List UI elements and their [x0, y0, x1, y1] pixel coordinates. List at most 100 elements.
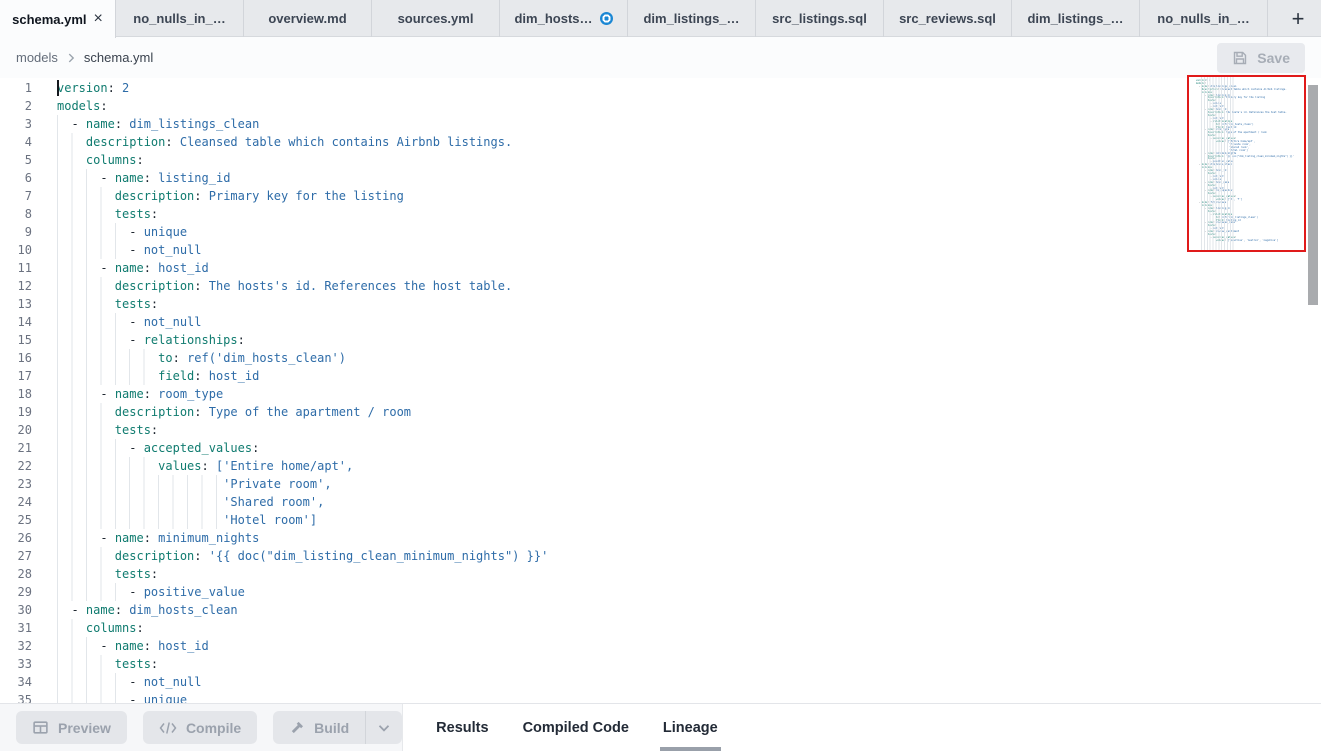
code-line[interactable]: 7 description: Primary key for the listi… [0, 187, 1321, 205]
code-line-text[interactable]: description: Type of the apartment / roo… [45, 403, 1321, 421]
code-line[interactable]: 11 - name: host_id [0, 259, 1321, 277]
code-editor[interactable]: 1version: 22models:3 - name: dim_listing… [0, 78, 1321, 703]
code-line[interactable]: 29 - positive_value [0, 583, 1321, 601]
code-line-text[interactable]: 'Shared room', [45, 493, 1321, 511]
code-line-text[interactable]: 'Private room', [45, 475, 1321, 493]
minimap-viewport[interactable]: version: 2models: - name: dim_listings_c… [1187, 75, 1306, 252]
code-line[interactable]: 14 - not_null [0, 313, 1321, 331]
code-line-text[interactable]: - name: minimum_nights [45, 529, 1321, 547]
table-icon [32, 719, 49, 736]
code-line-text[interactable]: tests: [45, 655, 1321, 673]
code-line-text[interactable]: models: [45, 97, 1321, 115]
save-button[interactable]: Save [1217, 43, 1305, 73]
build-options-button[interactable] [365, 711, 402, 744]
code-line[interactable]: 34 - not_null [0, 673, 1321, 691]
tab-dim-listings[interactable]: dim_listings_… [1012, 0, 1140, 37]
panel-tab-lineage[interactable]: Lineage [663, 704, 718, 751]
code-line[interactable]: 10 - not_null [0, 241, 1321, 259]
code-line-text[interactable]: description: Primary key for the listing [45, 187, 1321, 205]
code-line-text[interactable]: - unique [45, 691, 1321, 703]
code-line[interactable]: 24 'Shared room', [0, 493, 1321, 511]
code-line[interactable]: 31 columns: [0, 619, 1321, 637]
tab-label: src_reviews.sql [899, 11, 996, 26]
tab-overview-md[interactable]: overview.md [244, 0, 372, 37]
code-line-text[interactable]: - name: dim_hosts_clean [45, 601, 1321, 619]
code-line-text[interactable]: - name: room_type [45, 385, 1321, 403]
code-line-text[interactable]: - name: host_id [45, 259, 1321, 277]
code-icon [159, 721, 177, 735]
code-line-text[interactable]: - accepted_values: [45, 439, 1321, 457]
code-line-text[interactable]: tests: [45, 421, 1321, 439]
code-line-text[interactable]: tests: [45, 205, 1321, 223]
new-tab-button[interactable]: + [1275, 0, 1321, 37]
compile-button[interactable]: Compile [143, 711, 257, 744]
code-line-text[interactable]: description: '{{ doc("dim_listing_clean_… [45, 547, 1321, 565]
code-line[interactable]: 5 columns: [0, 151, 1321, 169]
code-line-text[interactable]: description: Cleansed table which contai… [45, 133, 1321, 151]
code-line[interactable]: 32 - name: host_id [0, 637, 1321, 655]
code-line-text[interactable]: - name: host_id [45, 637, 1321, 655]
close-tab-icon[interactable]: × [94, 12, 103, 26]
code-line-text[interactable]: to: ref('dim_hosts_clean') [45, 349, 1321, 367]
code-line[interactable]: 12 description: The hosts's id. Referenc… [0, 277, 1321, 295]
code-line-text[interactable]: 'Hotel room'] [45, 511, 1321, 529]
code-line-text[interactable]: - not_null [45, 241, 1321, 259]
code-line[interactable]: 23 'Private room', [0, 475, 1321, 493]
panel-tab-results[interactable]: Results [436, 704, 488, 751]
code-line[interactable]: 33 tests: [0, 655, 1321, 673]
scrollbar-thumb[interactable] [1308, 85, 1318, 305]
code-line-text[interactable]: field: host_id [45, 367, 1321, 385]
line-number: 27 [0, 547, 45, 565]
code-line[interactable]: 13 tests: [0, 295, 1321, 313]
code-line[interactable]: 15 - relationships: [0, 331, 1321, 349]
code-line-text[interactable]: - relationships: [45, 331, 1321, 349]
code-line[interactable]: 16 to: ref('dim_hosts_clean') [0, 349, 1321, 367]
code-line-text[interactable]: - unique [45, 223, 1321, 241]
code-line-text[interactable]: - name: listing_id [45, 169, 1321, 187]
code-line-text[interactable]: - name: dim_listings_clean [45, 115, 1321, 133]
preview-button[interactable]: Preview [16, 711, 127, 744]
code-line-text[interactable]: values: ['Entire home/apt', [45, 457, 1321, 475]
code-line[interactable]: 18 - name: room_type [0, 385, 1321, 403]
code-line-text[interactable]: description: The hosts's id. References … [45, 277, 1321, 295]
code-line-text[interactable]: columns: [45, 619, 1321, 637]
code-line[interactable]: 35 - unique [0, 691, 1321, 703]
code-line[interactable]: 2models: [0, 97, 1321, 115]
tab-schema-yml[interactable]: schema.yml× [0, 0, 116, 38]
code-line-text[interactable]: tests: [45, 295, 1321, 313]
tab-src-reviews-sql[interactable]: src_reviews.sql [884, 0, 1012, 37]
code-line[interactable]: 21 - accepted_values: [0, 439, 1321, 457]
save-icon [1232, 50, 1248, 66]
code-line-text[interactable]: version: 2 [45, 79, 1321, 97]
code-line[interactable]: 19 description: Type of the apartment / … [0, 403, 1321, 421]
code-line-text[interactable]: - not_null [45, 313, 1321, 331]
code-line[interactable]: 6 - name: listing_id [0, 169, 1321, 187]
code-line[interactable]: 30 - name: dim_hosts_clean [0, 601, 1321, 619]
tab-no-nulls-in[interactable]: no_nulls_in_… [116, 0, 244, 37]
code-line-text[interactable]: - positive_value [45, 583, 1321, 601]
code-line-text[interactable]: - not_null [45, 673, 1321, 691]
code-line[interactable]: 17 field: host_id [0, 367, 1321, 385]
line-number: 32 [0, 637, 45, 655]
tab-dim-listings[interactable]: dim_listings_… [628, 0, 756, 37]
code-line[interactable]: 9 - unique [0, 223, 1321, 241]
code-line-text[interactable]: columns: [45, 151, 1321, 169]
build-button[interactable]: Build [273, 711, 365, 744]
tab-no-nulls-in[interactable]: no_nulls_in_… [1140, 0, 1268, 37]
code-line[interactable]: 26 - name: minimum_nights [0, 529, 1321, 547]
tab-src-listings-sql[interactable]: src_listings.sql [756, 0, 884, 37]
code-line[interactable]: 20 tests: [0, 421, 1321, 439]
code-line[interactable]: 4 description: Cleansed table which cont… [0, 133, 1321, 151]
panel-tab-compiled-code[interactable]: Compiled Code [523, 704, 629, 751]
code-line[interactable]: 25 'Hotel room'] [0, 511, 1321, 529]
tab-sources-yml[interactable]: sources.yml [372, 0, 500, 37]
code-line[interactable]: 3 - name: dim_listings_clean [0, 115, 1321, 133]
code-line-text[interactable]: tests: [45, 565, 1321, 583]
code-line[interactable]: 8 tests: [0, 205, 1321, 223]
code-line[interactable]: 22 values: ['Entire home/apt', [0, 457, 1321, 475]
code-line[interactable]: 1version: 2 [0, 79, 1321, 97]
tab-dim-hosts[interactable]: dim_hosts… [500, 0, 628, 37]
code-line[interactable]: 27 description: '{{ doc("dim_listing_cle… [0, 547, 1321, 565]
code-line[interactable]: 28 tests: [0, 565, 1321, 583]
breadcrumb-folder: models [16, 50, 58, 65]
